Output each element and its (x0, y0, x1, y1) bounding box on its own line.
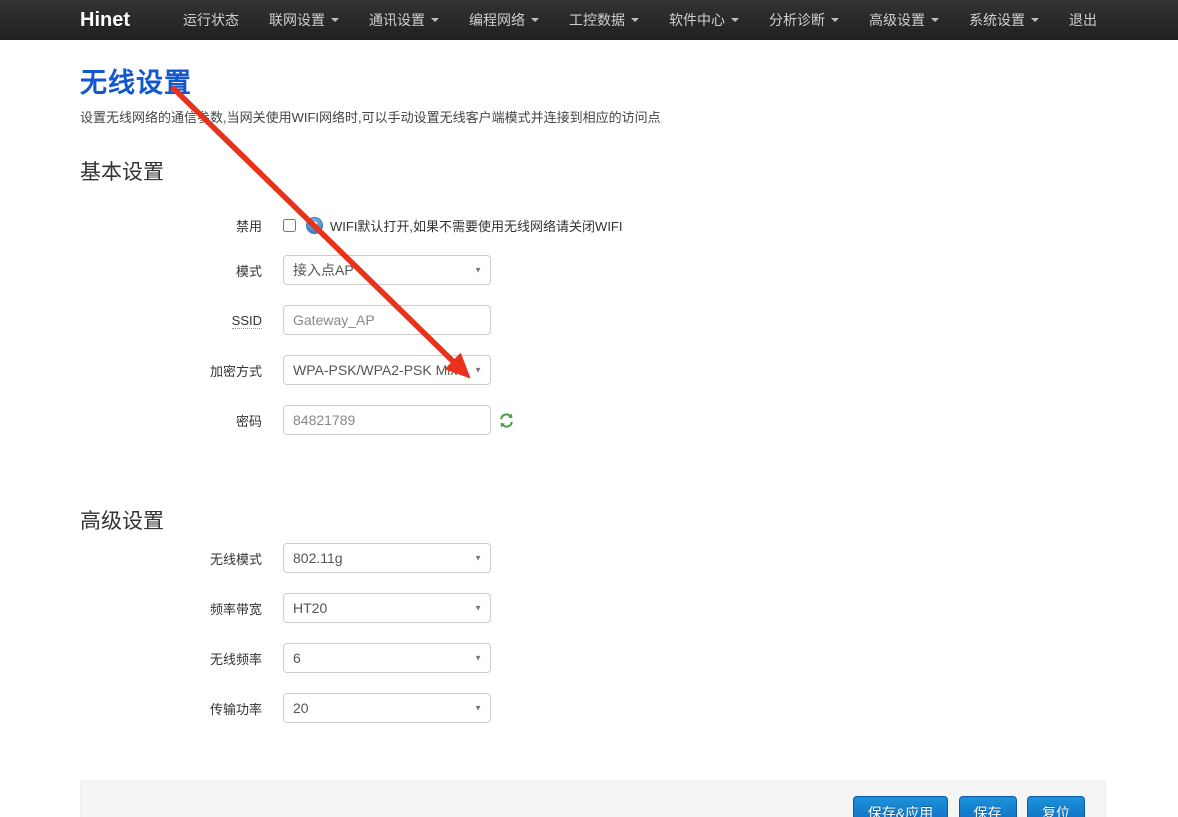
disable-checkbox[interactable] (283, 219, 296, 232)
form-row-password: 密码 (80, 405, 1106, 435)
encryption-select[interactable]: WPA-PSK/WPA2-PSK Mixed Mode ▼ (283, 355, 491, 385)
nav-item-software-center[interactable]: 软件中心 (654, 0, 754, 40)
nav-item-programming-network[interactable]: 编程网络 (454, 0, 554, 40)
bandwidth-select[interactable]: HT20 ▼ (283, 593, 491, 623)
select-caret-icon: ▼ (474, 704, 482, 713)
page-title: 无线设置 (80, 61, 1106, 100)
password-label: 密码 (80, 411, 262, 430)
frequency-label: 无线频率 (80, 649, 262, 668)
nav-item-comm-settings[interactable]: 通讯设置 (354, 0, 454, 40)
nav-item-network-settings[interactable]: 联网设置 (254, 0, 354, 40)
section-heading-advanced: 高级设置 (80, 505, 1106, 535)
tx-power-label: 传输功率 (80, 699, 262, 718)
chevron-down-icon (831, 18, 839, 22)
form-row-mode: 模式 接入点AP ▼ (80, 255, 1106, 285)
form-row-tx-power: 传输功率 20 ▼ (80, 693, 1106, 723)
form-actions-bar: 保存&应用 保存 复位 (80, 780, 1106, 817)
chevron-down-icon (631, 18, 639, 22)
password-input[interactable] (283, 405, 491, 435)
ssid-input[interactable] (283, 305, 491, 335)
page-description: 设置无线网络的通信参数,当网关使用WIFI网络时,可以手动设置无线客户端模式并连… (80, 107, 1106, 126)
form-row-frequency: 无线频率 6 ▼ (80, 643, 1106, 673)
disable-help-text: WIFI默认打开,如果不需要使用无线网络请关闭WIFI (330, 216, 622, 235)
ssid-label: SSID (80, 313, 262, 328)
nav-item-diagnostics[interactable]: 分析诊断 (754, 0, 854, 40)
select-caret-icon: ▼ (474, 654, 482, 663)
page-content: 无线设置 设置无线网络的通信参数,当网关使用WIFI网络时,可以手动设置无线客户… (0, 61, 1178, 817)
nav-item-system-settings[interactable]: 系统设置 (954, 0, 1054, 40)
bandwidth-label: 频率带宽 (80, 599, 262, 618)
wireless-mode-label: 无线模式 (80, 549, 262, 568)
select-caret-icon: ▼ (474, 604, 482, 613)
select-caret-icon: ▼ (474, 266, 482, 275)
section-heading-basic: 基本设置 (80, 156, 1106, 186)
select-caret-icon: ▼ (474, 366, 482, 375)
save-button[interactable]: 保存 (959, 796, 1017, 817)
chevron-down-icon (331, 18, 339, 22)
nav-item-running-status[interactable]: 运行状态 (168, 0, 254, 40)
mode-select[interactable]: 接入点AP ▼ (283, 255, 491, 285)
refresh-password-icon[interactable] (498, 412, 515, 429)
chevron-down-icon (531, 18, 539, 22)
wireless-mode-select[interactable]: 802.11g ▼ (283, 543, 491, 573)
chevron-down-icon (931, 18, 939, 22)
encryption-label: 加密方式 (80, 361, 262, 380)
mode-label: 模式 (80, 261, 262, 280)
form-row-disable: 禁用 ? WIFI默认打开,如果不需要使用无线网络请关闭WIFI (80, 216, 1106, 235)
select-caret-icon: ▼ (474, 554, 482, 563)
save-apply-button[interactable]: 保存&应用 (853, 796, 948, 817)
form-row-encryption: 加密方式 WPA-PSK/WPA2-PSK Mixed Mode ▼ (80, 355, 1106, 385)
disable-label: 禁用 (80, 216, 262, 235)
help-icon[interactable]: ? (306, 217, 323, 234)
nav-item-logout[interactable]: 退出 (1054, 0, 1112, 40)
chevron-down-icon (431, 18, 439, 22)
nav-menu: 运行状态 联网设置 通讯设置 编程网络 工控数据 软件中心 分析诊断 高级设置 … (168, 0, 1112, 40)
chevron-down-icon (731, 18, 739, 22)
form-row-ssid: SSID (80, 305, 1106, 335)
form-row-wireless-mode: 无线模式 802.11g ▼ (80, 543, 1106, 573)
top-navbar: Hinet 运行状态 联网设置 通讯设置 编程网络 工控数据 软件中心 分析诊断… (0, 0, 1178, 40)
reset-button[interactable]: 复位 (1027, 796, 1085, 817)
tx-power-select[interactable]: 20 ▼ (283, 693, 491, 723)
nav-item-industrial-data[interactable]: 工控数据 (554, 0, 654, 40)
brand-logo[interactable]: Hinet (80, 9, 130, 32)
form-row-bandwidth: 频率带宽 HT20 ▼ (80, 593, 1106, 623)
chevron-down-icon (1031, 18, 1039, 22)
frequency-select[interactable]: 6 ▼ (283, 643, 491, 673)
nav-item-advanced-settings[interactable]: 高级设置 (854, 0, 954, 40)
